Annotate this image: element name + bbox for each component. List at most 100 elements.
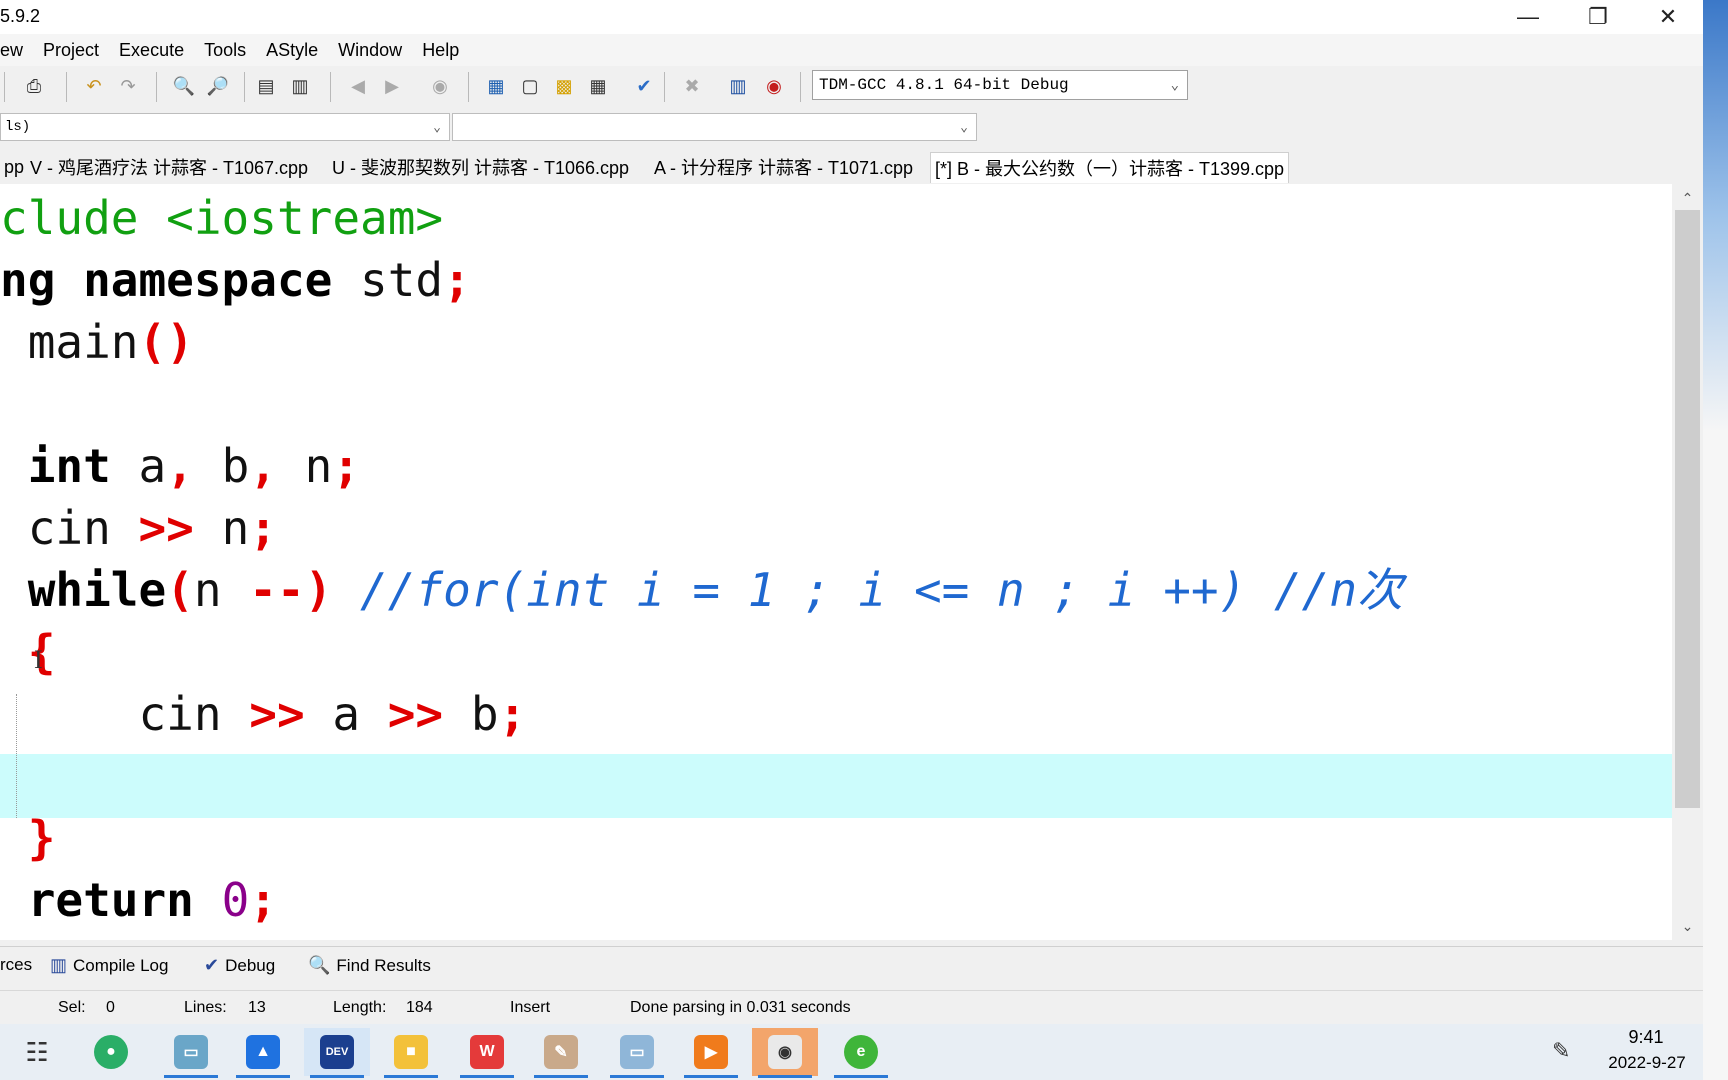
class-select-value: ls) bbox=[5, 119, 31, 135]
chart-icon[interactable]: ▥ bbox=[724, 72, 752, 100]
class-browser-icon[interactable]: ▩ bbox=[550, 72, 578, 100]
code-token: ; bbox=[332, 439, 361, 493]
chevron-down-icon: ⌄ bbox=[433, 119, 441, 135]
running-indicator bbox=[758, 1075, 812, 1078]
menu-bar: ew Project Execute Tools AStyle Window H… bbox=[0, 34, 1703, 66]
task-view-icon: ☷ bbox=[25, 1036, 49, 1067]
code-line: { bbox=[0, 621, 56, 683]
devcpp-icon: DEV bbox=[320, 1035, 354, 1069]
stop-icon[interactable]: ✖ bbox=[678, 72, 706, 100]
indent-icon[interactable]: ▤ bbox=[252, 72, 280, 100]
taskbar: ☷ ● ▭ ▲ DEV ■ W ✎ ▭ ▶ ◉ e ✎ bbox=[0, 1024, 1703, 1080]
menu-project[interactable]: Project bbox=[43, 40, 99, 61]
taskbar-app[interactable]: ▭ bbox=[158, 1028, 224, 1078]
print-icon[interactable]: ⎙ bbox=[20, 72, 48, 100]
class-select[interactable]: ls) ⌄ bbox=[0, 113, 450, 141]
running-indicator bbox=[610, 1075, 664, 1078]
restore-button[interactable]: ❐ bbox=[1563, 0, 1633, 34]
menu-execute[interactable]: Execute bbox=[119, 40, 184, 61]
new-project-icon[interactable]: ▦ bbox=[482, 72, 510, 100]
forward-icon[interactable]: ▶ bbox=[378, 72, 406, 100]
code-comment: //for(int i = 1 ; i <= n ; i ++) //n次 bbox=[332, 563, 1404, 617]
lines-value: 13 bbox=[248, 999, 266, 1016]
redo-icon[interactable]: ↷ bbox=[114, 72, 142, 100]
code-line: main() bbox=[0, 311, 194, 373]
tab-label: Compile Log bbox=[73, 955, 169, 975]
check-syntax-icon[interactable]: ✔ bbox=[630, 72, 658, 100]
menu-astyle[interactable]: AStyle bbox=[266, 40, 318, 61]
back-icon[interactable]: ◀ bbox=[344, 72, 372, 100]
pen-icon[interactable]: ✎ bbox=[1552, 1038, 1570, 1064]
code-token: --) bbox=[249, 563, 333, 617]
task-view-button[interactable]: ☷ bbox=[4, 1028, 70, 1076]
unindent-icon[interactable]: ▥ bbox=[286, 72, 314, 100]
tab-file[interactable]: pp bbox=[0, 152, 28, 182]
tab-file-active[interactable]: [*] B - 最大公约数（一）计蒜客 - T1399.cpp bbox=[930, 152, 1290, 183]
menu-tools[interactable]: Tools bbox=[204, 40, 246, 61]
code-token: >> bbox=[138, 501, 194, 555]
scroll-up-icon[interactable]: ⌃ bbox=[1672, 190, 1703, 207]
wechat-icon: ● bbox=[94, 1035, 128, 1069]
code-token: std bbox=[332, 253, 444, 307]
code-token: clude bbox=[0, 191, 167, 245]
compiler-select[interactable]: TDM-GCC 4.8.1 64-bit Debug ⌄ bbox=[812, 70, 1188, 100]
taskbar-app-wechat[interactable]: ● bbox=[78, 1028, 144, 1076]
tab-debug[interactable]: ✔ Debug bbox=[204, 955, 275, 976]
undo-icon[interactable]: ↶ bbox=[80, 72, 108, 100]
menu-window[interactable]: Window bbox=[338, 40, 402, 61]
clock-date[interactable]: 2022-9-27 bbox=[1595, 1053, 1699, 1073]
search-icon: 🔍 bbox=[308, 955, 331, 975]
code-token: ; bbox=[498, 687, 527, 741]
minimize-button[interactable]: — bbox=[1493, 0, 1563, 34]
code-token: ; bbox=[443, 253, 471, 307]
tab-compile-log[interactable]: ▥ Compile Log bbox=[50, 955, 168, 976]
replace-icon[interactable]: 🔎 bbox=[204, 72, 232, 100]
bookmark-icon[interactable]: ◉ bbox=[426, 72, 454, 100]
scrollbar-thumb[interactable] bbox=[1675, 210, 1700, 808]
tab-file[interactable]: A - 计分程序 计蒜客 - T1071.cpp bbox=[650, 152, 917, 182]
code-token: , bbox=[166, 439, 194, 493]
find-icon[interactable]: 🔍 bbox=[170, 72, 198, 100]
sel-value: 0 bbox=[106, 999, 115, 1016]
code-token: b bbox=[193, 439, 250, 493]
profile-icon[interactable]: ◉ bbox=[760, 72, 788, 100]
code-line: int a, b, n; bbox=[0, 435, 360, 497]
folder-icon: ■ bbox=[394, 1035, 428, 1069]
code-token: <iostream> bbox=[166, 191, 444, 245]
menu-view[interactable]: ew bbox=[0, 40, 23, 61]
grid-icon[interactable]: ▦ bbox=[584, 72, 612, 100]
status-bar: Sel: 0 Lines: 13 Length: 184 Insert Done… bbox=[0, 990, 1703, 1025]
taskbar-app-browser[interactable]: e bbox=[828, 1028, 894, 1078]
member-select[interactable]: ⌄ bbox=[452, 113, 977, 141]
close-button[interactable]: ✕ bbox=[1633, 0, 1703, 34]
code-token: 0 bbox=[221, 873, 250, 927]
taskbar-app-meeting[interactable]: ▲ bbox=[230, 1028, 296, 1078]
taskbar-app[interactable]: ▭ bbox=[604, 1028, 670, 1078]
tab-resources[interactable]: rces bbox=[0, 955, 32, 975]
toolbar-separator bbox=[4, 72, 5, 102]
window-icon[interactable]: ▢ bbox=[516, 72, 544, 100]
tab-label: Find Results bbox=[336, 955, 431, 975]
menu-help[interactable]: Help bbox=[422, 40, 459, 61]
taskbar-app-wps[interactable]: W bbox=[454, 1028, 520, 1078]
tab-file[interactable]: V - 鸡尾酒疗法 计蒜客 - T1067.cpp bbox=[26, 152, 312, 182]
tab-label: rces bbox=[0, 955, 33, 974]
recorder-icon: ◉ bbox=[768, 1035, 802, 1069]
running-indicator bbox=[684, 1075, 738, 1078]
clock-time[interactable]: 9:41 bbox=[1620, 1027, 1672, 1048]
code-line: cin >> a >> b; bbox=[0, 683, 526, 745]
taskbar-app-paint[interactable]: ✎ bbox=[528, 1028, 594, 1078]
tab-file[interactable]: U - 斐波那契数列 计蒜客 - T1066.cpp bbox=[328, 152, 633, 182]
text-cursor-icon: I bbox=[34, 645, 43, 674]
scroll-down-icon[interactable]: ⌄ bbox=[1672, 918, 1703, 935]
code-editor[interactable]: clude <iostream> ng namespace std; main(… bbox=[0, 184, 1672, 940]
taskbar-app-devcpp[interactable]: DEV bbox=[304, 1028, 370, 1078]
code-token: ( bbox=[166, 563, 194, 617]
running-indicator bbox=[534, 1075, 588, 1078]
running-indicator bbox=[164, 1075, 218, 1078]
taskbar-app-slides[interactable]: ▶ bbox=[678, 1028, 744, 1078]
taskbar-app-explorer[interactable]: ■ bbox=[378, 1028, 444, 1078]
code-token: >> bbox=[387, 687, 444, 741]
taskbar-app-recorder[interactable]: ◉ bbox=[752, 1028, 818, 1078]
tab-find-results[interactable]: 🔍 Find Results bbox=[308, 955, 431, 976]
